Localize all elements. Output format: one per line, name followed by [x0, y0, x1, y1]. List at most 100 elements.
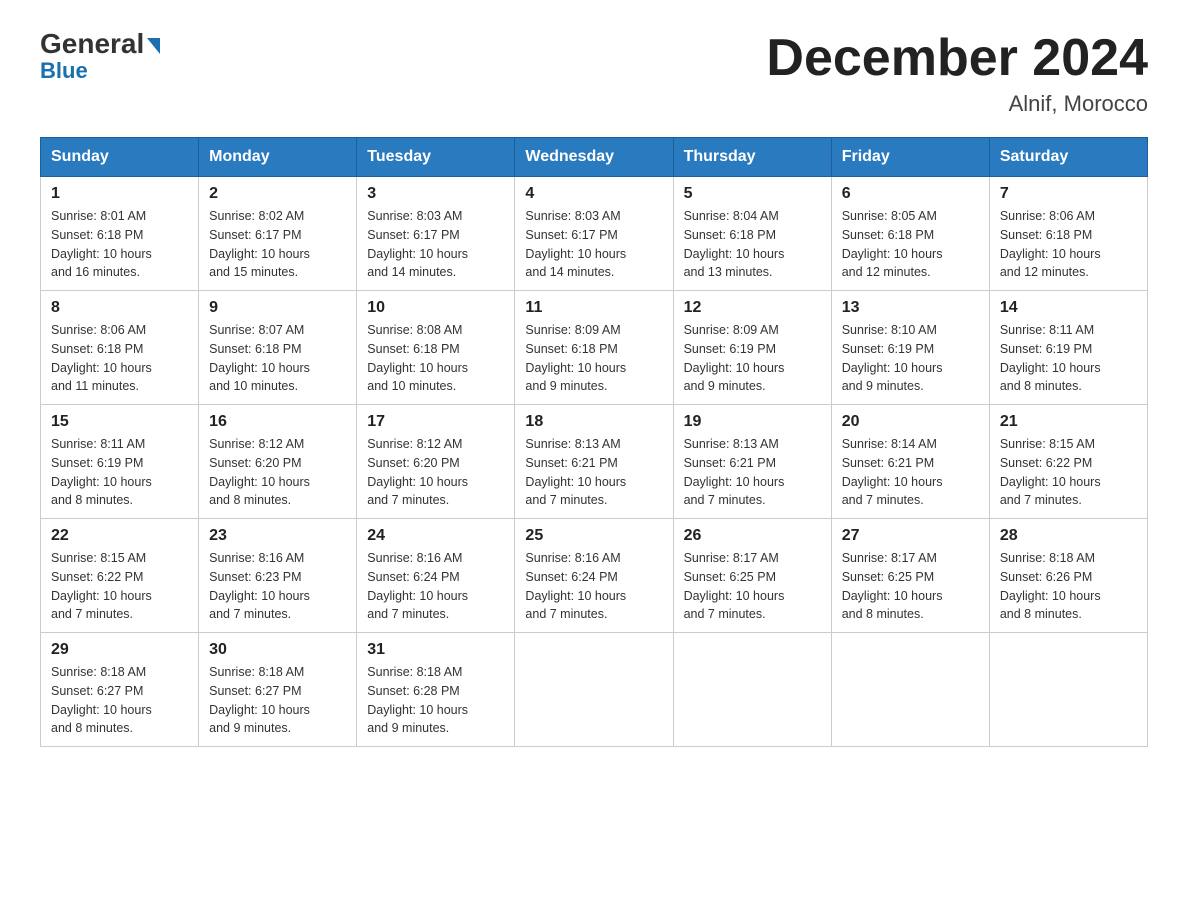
day-number: 5 — [684, 185, 821, 203]
day-number: 19 — [684, 413, 821, 431]
calendar-cell: 19 Sunrise: 8:13 AM Sunset: 6:21 PM Dayli… — [673, 405, 831, 519]
day-info: Sunrise: 8:15 AM Sunset: 6:22 PM Dayligh… — [51, 549, 188, 624]
column-header-wednesday: Wednesday — [515, 138, 673, 177]
day-info: Sunrise: 8:18 AM Sunset: 6:27 PM Dayligh… — [51, 663, 188, 738]
location-label: Alnif, Morocco — [766, 91, 1148, 117]
column-header-tuesday: Tuesday — [357, 138, 515, 177]
calendar-cell: 9 Sunrise: 8:07 AM Sunset: 6:18 PM Daylig… — [199, 291, 357, 405]
calendar-cell: 24 Sunrise: 8:16 AM Sunset: 6:24 PM Dayli… — [357, 519, 515, 633]
day-info: Sunrise: 8:13 AM Sunset: 6:21 PM Dayligh… — [525, 435, 662, 510]
day-number: 11 — [525, 299, 662, 317]
day-info: Sunrise: 8:16 AM Sunset: 6:24 PM Dayligh… — [367, 549, 504, 624]
calendar-cell: 13Sunrise: 8:10 AM Sunset: 6:19 PM Dayli… — [831, 291, 989, 405]
day-number: 23 — [209, 527, 346, 545]
day-info: Sunrise: 8:07 AM Sunset: 6:18 PM Dayligh… — [209, 321, 346, 396]
day-number: 20 — [842, 413, 979, 431]
day-number: 14 — [1000, 299, 1137, 317]
calendar-cell: 2 Sunrise: 8:02 AM Sunset: 6:17 PM Daylig… — [199, 177, 357, 291]
day-info: Sunrise: 8:18 AM Sunset: 6:26 PM Dayligh… — [1000, 549, 1137, 624]
day-number: 17 — [367, 413, 504, 431]
calendar-cell: 15 Sunrise: 8:11 AM Sunset: 6:19 PM Dayli… — [41, 405, 199, 519]
calendar-cell: 11 Sunrise: 8:09 AM Sunset: 6:18 PM Dayli… — [515, 291, 673, 405]
title-block: December 2024 Alnif, Morocco — [766, 30, 1148, 117]
column-header-sunday: Sunday — [41, 138, 199, 177]
day-info: Sunrise: 8:04 AM Sunset: 6:18 PM Dayligh… — [684, 207, 821, 282]
day-info: Sunrise: 8:17 AM Sunset: 6:25 PM Dayligh… — [842, 549, 979, 624]
day-info: Sunrise: 8:14 AM Sunset: 6:21 PM Dayligh… — [842, 435, 979, 510]
calendar-cell: 20 Sunrise: 8:14 AM Sunset: 6:21 PM Dayli… — [831, 405, 989, 519]
day-info: Sunrise: 8:16 AM Sunset: 6:24 PM Dayligh… — [525, 549, 662, 624]
day-number: 30 — [209, 641, 346, 659]
calendar-cell: 6Sunrise: 8:05 AM Sunset: 6:18 PM Daylig… — [831, 177, 989, 291]
calendar-cell: 27 Sunrise: 8:17 AM Sunset: 6:25 PM Dayli… — [831, 519, 989, 633]
calendar-cell: 14 Sunrise: 8:11 AM Sunset: 6:19 PM Dayli… — [989, 291, 1147, 405]
day-info: Sunrise: 8:18 AM Sunset: 6:27 PM Dayligh… — [209, 663, 346, 738]
calendar-cell — [673, 633, 831, 747]
calendar-cell: 31Sunrise: 8:18 AM Sunset: 6:28 PM Dayli… — [357, 633, 515, 747]
day-number: 28 — [1000, 527, 1137, 545]
day-number: 18 — [525, 413, 662, 431]
calendar-cell: 29 Sunrise: 8:18 AM Sunset: 6:27 PM Dayli… — [41, 633, 199, 747]
day-info: Sunrise: 8:12 AM Sunset: 6:20 PM Dayligh… — [367, 435, 504, 510]
day-info: Sunrise: 8:16 AM Sunset: 6:23 PM Dayligh… — [209, 549, 346, 624]
logo-general: General — [40, 30, 160, 58]
day-info: Sunrise: 8:11 AM Sunset: 6:19 PM Dayligh… — [1000, 321, 1137, 396]
week-row-5: 29 Sunrise: 8:18 AM Sunset: 6:27 PM Dayli… — [41, 633, 1148, 747]
day-number: 22 — [51, 527, 188, 545]
day-number: 27 — [842, 527, 979, 545]
column-header-thursday: Thursday — [673, 138, 831, 177]
day-info: Sunrise: 8:18 AM Sunset: 6:28 PM Dayligh… — [367, 663, 504, 738]
day-number: 2 — [209, 185, 346, 203]
day-number: 8 — [51, 299, 188, 317]
day-number: 25 — [525, 527, 662, 545]
column-header-friday: Friday — [831, 138, 989, 177]
calendar-cell: 22 Sunrise: 8:15 AM Sunset: 6:22 PM Dayli… — [41, 519, 199, 633]
day-number: 24 — [367, 527, 504, 545]
day-number: 29 — [51, 641, 188, 659]
day-info: Sunrise: 8:02 AM Sunset: 6:17 PM Dayligh… — [209, 207, 346, 282]
calendar-cell: 30 Sunrise: 8:18 AM Sunset: 6:27 PM Dayli… — [199, 633, 357, 747]
calendar-cell — [831, 633, 989, 747]
calendar-cell: 16Sunrise: 8:12 AM Sunset: 6:20 PM Dayli… — [199, 405, 357, 519]
day-number: 9 — [209, 299, 346, 317]
day-info: Sunrise: 8:10 AM Sunset: 6:19 PM Dayligh… — [842, 321, 979, 396]
day-info: Sunrise: 8:09 AM Sunset: 6:19 PM Dayligh… — [684, 321, 821, 396]
calendar-cell: 23 Sunrise: 8:16 AM Sunset: 6:23 PM Dayli… — [199, 519, 357, 633]
logo: General Blue — [40, 30, 160, 84]
day-info: Sunrise: 8:08 AM Sunset: 6:18 PM Dayligh… — [367, 321, 504, 396]
logo-blue: Blue — [40, 58, 88, 84]
day-info: Sunrise: 8:03 AM Sunset: 6:17 PM Dayligh… — [525, 207, 662, 282]
day-info: Sunrise: 8:15 AM Sunset: 6:22 PM Dayligh… — [1000, 435, 1137, 510]
day-number: 10 — [367, 299, 504, 317]
day-info: Sunrise: 8:12 AM Sunset: 6:20 PM Dayligh… — [209, 435, 346, 510]
day-number: 26 — [684, 527, 821, 545]
day-info: Sunrise: 8:11 AM Sunset: 6:19 PM Dayligh… — [51, 435, 188, 510]
calendar-cell — [989, 633, 1147, 747]
calendar-cell: 5 Sunrise: 8:04 AM Sunset: 6:18 PM Daylig… — [673, 177, 831, 291]
calendar-cell: 17 Sunrise: 8:12 AM Sunset: 6:20 PM Dayli… — [357, 405, 515, 519]
week-row-1: 1 Sunrise: 8:01 AM Sunset: 6:18 PM Daylig… — [41, 177, 1148, 291]
calendar-cell: 26Sunrise: 8:17 AM Sunset: 6:25 PM Dayli… — [673, 519, 831, 633]
day-number: 7 — [1000, 185, 1137, 203]
calendar-cell: 12Sunrise: 8:09 AM Sunset: 6:19 PM Dayli… — [673, 291, 831, 405]
calendar-table: SundayMondayTuesdayWednesdayThursdayFrid… — [40, 137, 1148, 747]
day-info: Sunrise: 8:06 AM Sunset: 6:18 PM Dayligh… — [1000, 207, 1137, 282]
day-info: Sunrise: 8:01 AM Sunset: 6:18 PM Dayligh… — [51, 207, 188, 282]
day-number: 1 — [51, 185, 188, 203]
calendar-header-row: SundayMondayTuesdayWednesdayThursdayFrid… — [41, 138, 1148, 177]
calendar-cell: 1 Sunrise: 8:01 AM Sunset: 6:18 PM Daylig… — [41, 177, 199, 291]
calendar-cell: 21 Sunrise: 8:15 AM Sunset: 6:22 PM Dayli… — [989, 405, 1147, 519]
calendar-cell: 3Sunrise: 8:03 AM Sunset: 6:17 PM Daylig… — [357, 177, 515, 291]
column-header-saturday: Saturday — [989, 138, 1147, 177]
day-number: 15 — [51, 413, 188, 431]
calendar-cell: 18 Sunrise: 8:13 AM Sunset: 6:21 PM Dayli… — [515, 405, 673, 519]
day-number: 21 — [1000, 413, 1137, 431]
day-info: Sunrise: 8:09 AM Sunset: 6:18 PM Dayligh… — [525, 321, 662, 396]
day-number: 6 — [842, 185, 979, 203]
day-info: Sunrise: 8:06 AM Sunset: 6:18 PM Dayligh… — [51, 321, 188, 396]
calendar-cell — [515, 633, 673, 747]
day-info: Sunrise: 8:13 AM Sunset: 6:21 PM Dayligh… — [684, 435, 821, 510]
calendar-cell: 28 Sunrise: 8:18 AM Sunset: 6:26 PM Dayli… — [989, 519, 1147, 633]
month-title: December 2024 — [766, 30, 1148, 87]
week-row-2: 8 Sunrise: 8:06 AM Sunset: 6:18 PM Daylig… — [41, 291, 1148, 405]
